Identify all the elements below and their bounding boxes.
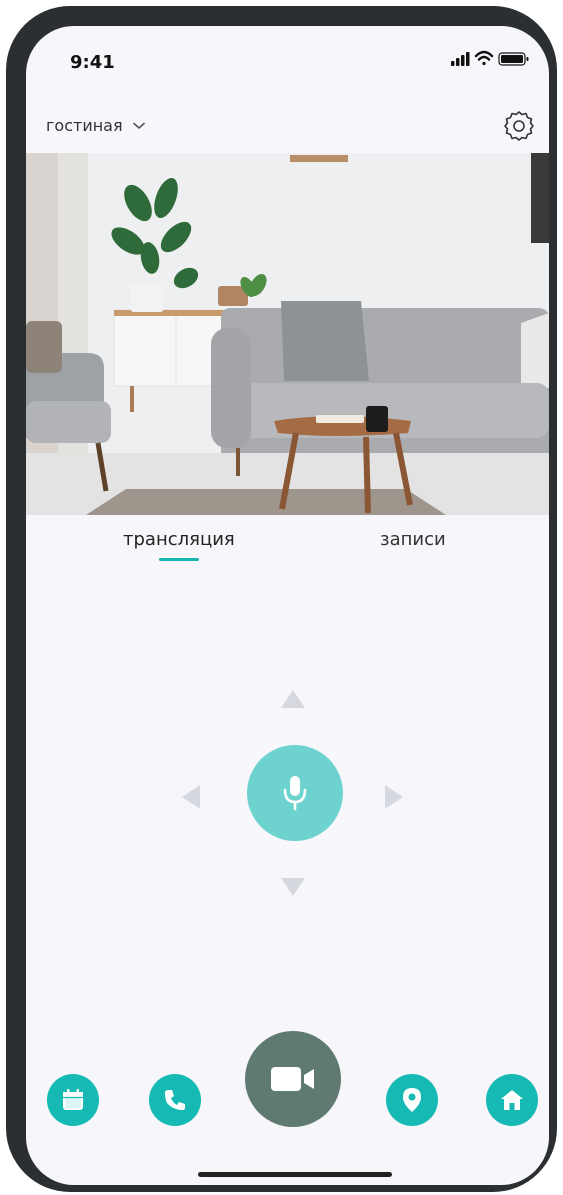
pan-right-arrow-icon[interactable]: [385, 785, 403, 809]
tab-active-indicator: [159, 558, 199, 561]
pan-left-arrow-icon[interactable]: [182, 785, 200, 809]
tab-live[interactable]: трансляция: [123, 529, 235, 550]
calendar-button[interactable]: [47, 1074, 99, 1126]
calendar-icon: [63, 1089, 83, 1110]
battery-icon: [498, 52, 529, 66]
video-record-button[interactable]: [245, 1031, 341, 1127]
pan-down-arrow-icon[interactable]: [281, 878, 305, 896]
home-indicator: [198, 1172, 392, 1177]
status-time: 9:41: [70, 52, 115, 73]
signal-icon: [451, 52, 470, 66]
wifi-icon: [474, 50, 494, 66]
home-button[interactable]: [486, 1074, 538, 1126]
chevron-down-icon: [132, 122, 145, 129]
home-icon: [501, 1090, 523, 1110]
camera-feed[interactable]: [26, 153, 549, 515]
location-button[interactable]: [386, 1074, 438, 1126]
phone-frame: 9:41 гостиная трансляция записи: [6, 6, 557, 1192]
pan-up-arrow-icon[interactable]: [281, 690, 305, 708]
call-button[interactable]: [149, 1074, 201, 1126]
location-pin-icon: [403, 1088, 421, 1112]
room-selector[interactable]: гостиная: [46, 116, 145, 135]
microphone-button[interactable]: [247, 745, 343, 841]
app-screen: 9:41 гостиная трансляция записи: [26, 26, 549, 1185]
phone-icon: [165, 1090, 185, 1110]
room-name: гостиная: [46, 116, 123, 135]
microphone-icon: [283, 776, 307, 811]
video-camera-icon: [271, 1067, 314, 1091]
status-icons: [451, 50, 529, 66]
tab-records[interactable]: записи: [380, 529, 446, 550]
gear-icon[interactable]: [503, 110, 535, 142]
